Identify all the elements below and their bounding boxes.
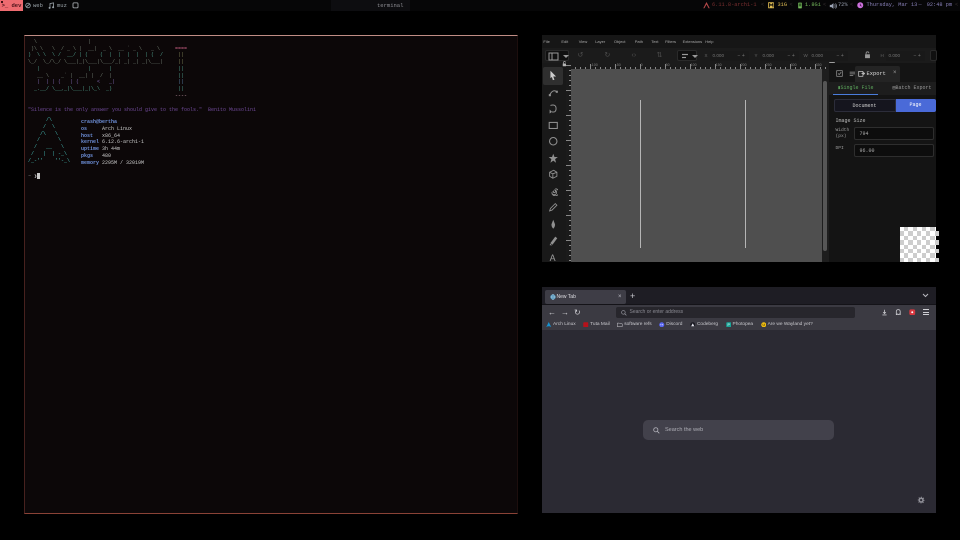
svg-text:A: A bbox=[549, 252, 555, 262]
